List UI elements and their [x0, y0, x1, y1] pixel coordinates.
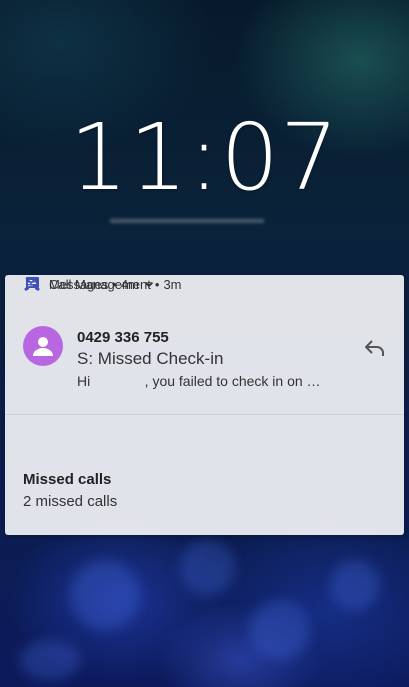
wallpaper-bokeh: [180, 540, 235, 595]
message-subject: S: Missed Check-in: [77, 349, 224, 368]
message-snippet: Hi , you failed to check in on …: [77, 373, 321, 389]
call-notification-text: 2 missed calls: [23, 493, 118, 510]
wallpaper-bokeh: [250, 600, 310, 660]
wallpaper-bokeh: [330, 560, 380, 610]
call-notification-header: Call Management • 3m: [23, 275, 182, 293]
notification-panel: Messages • 4m 0429 336 755 S: Missed Che…: [5, 275, 404, 535]
call-notification-title: Missed calls: [23, 471, 112, 488]
message-sender: 0429 336 755: [77, 329, 169, 346]
separator-dot: •: [154, 276, 160, 292]
wallpaper-bokeh: [70, 560, 140, 630]
lockscreen-date-blurred: ▬▬▬▬▬▬▬▬▬▬▬: [110, 210, 264, 226]
wallpaper-bokeh: [20, 640, 80, 680]
lockscreen-clock: 11:07: [69, 104, 340, 211]
reply-icon[interactable]: [363, 337, 387, 359]
avatar: [23, 326, 63, 366]
notification-age: 3m: [163, 276, 182, 292]
messages-notification[interactable]: [5, 275, 404, 414]
person-icon: [33, 337, 53, 356]
missed-call-icon: [23, 275, 41, 293]
app-name: Call Management: [49, 276, 151, 292]
